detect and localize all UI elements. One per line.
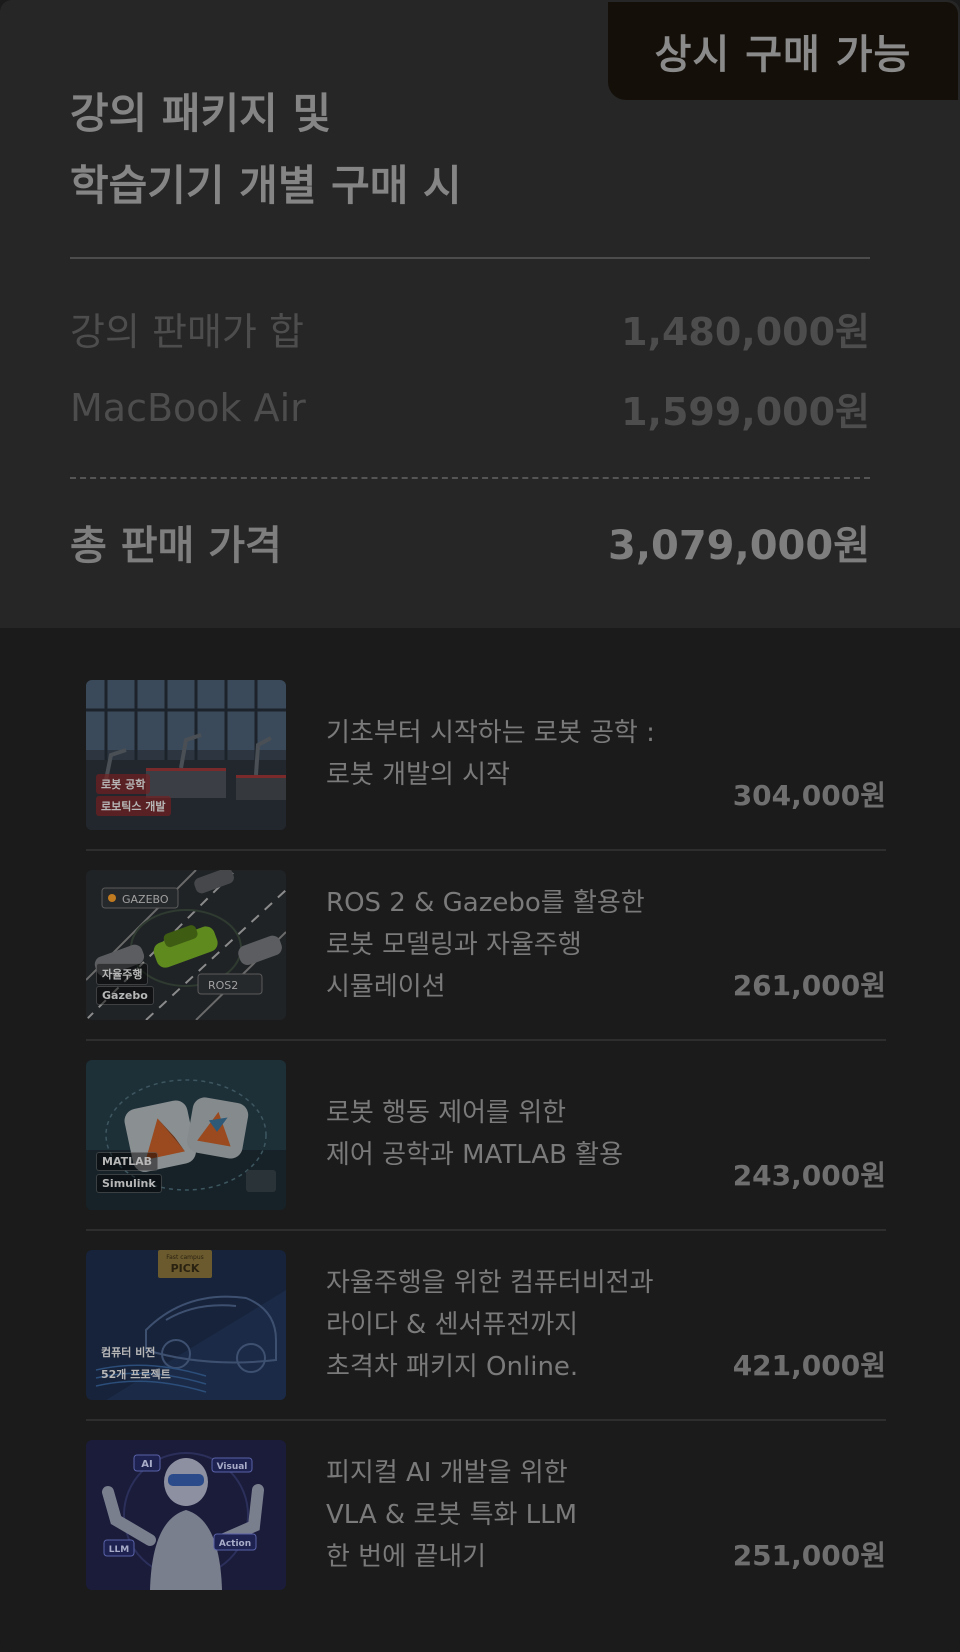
llm-label: LLM	[109, 1545, 129, 1555]
course-title: 자율주행을 위한 컴퓨터비전과 라이다 & 센서퓨전까지 초격차 패키지 Onl…	[326, 1262, 746, 1388]
course-item[interactable]: 로봇 공학 로보틱스 개발 기초부터 시작하는 로봇 공학 : 로봇 개발의 시…	[86, 680, 886, 870]
title-line: 로봇 모델링과 자율주행	[326, 930, 582, 960]
ai-robot-image: AI Visual LLM Action	[86, 1440, 286, 1590]
course-thumbnail: MATLAB Simulink	[86, 1060, 286, 1210]
thumb-tag: Simulink	[96, 1174, 162, 1193]
course-price: 261,000원	[732, 969, 886, 1002]
thumb-tag: 로보틱스 개발	[96, 796, 171, 816]
title-line: 기초부터 시작하는 로봇 공학 :	[326, 718, 655, 748]
title-line: 라이다 & 센서퓨전까지	[326, 1310, 579, 1340]
row-value: 1,480,000원	[621, 309, 870, 354]
course-price: 243,000원	[732, 1159, 886, 1192]
summary-heading: 강의 패키지 및 학습기기 개별 구매 시	[70, 78, 530, 222]
course-price: 251,000원	[732, 1539, 886, 1572]
row-value: 1,599,000원	[621, 389, 870, 434]
total-value: 3,079,000원	[607, 523, 870, 569]
course-item[interactable]: Fast campus PICK 컴퓨터 비전 52개 프로젝트 자율주행을 위…	[86, 1250, 886, 1440]
item-divider	[86, 1229, 886, 1231]
thumb-tag: 52개 프로젝트	[101, 1368, 171, 1381]
course-title: 피지컬 AI 개발을 위한 VLA & 로봇 특화 LLM 한 번에 끝내기	[326, 1452, 746, 1578]
thumb-tag: MATLAB	[96, 1152, 159, 1171]
item-divider	[86, 1419, 886, 1421]
course-thumbnail: Fast campus PICK 컴퓨터 비전 52개 프로젝트	[86, 1250, 286, 1400]
title-line: 시뮬레이션	[326, 972, 446, 1002]
thumb-tag: 로봇 공학	[96, 774, 151, 794]
thumb-tag: 자율주행	[96, 963, 149, 985]
macbook-row: MacBook Air 1,599,000원	[70, 378, 870, 438]
total-price-row: 총 판매 가격 3,079,000원	[70, 512, 870, 572]
divider	[70, 257, 870, 259]
price-summary: 상시 구매 가능 강의 패키지 및 학습기기 개별 구매 시 강의 판매가 합 …	[0, 0, 960, 628]
course-item[interactable]: MATLAB Simulink 로봇 행동 제어를 위한 제어 공학과 MATL…	[86, 1060, 886, 1250]
course-title: ROS 2 & Gazebo를 활용한 로봇 모델링과 자율주행 시뮬레이션	[326, 882, 746, 1008]
title-line: 제어 공학과 MATLAB 활용	[326, 1140, 624, 1170]
heading-line-1: 강의 패키지 및	[70, 89, 332, 138]
course-thumbnail: AI Visual LLM Action	[86, 1440, 286, 1590]
item-divider	[86, 849, 886, 851]
visual-label: Visual	[217, 1462, 248, 1472]
gazebo-logo-text: GAZEBO	[122, 893, 169, 906]
title-line: 피지컬 AI 개발을 위한	[326, 1458, 568, 1488]
pick-label-text: PICK	[171, 1262, 200, 1275]
course-price: 421,000원	[732, 1349, 886, 1382]
course-item[interactable]: AI Visual LLM Action 피지컬 AI 개발을 위한 VLA &…	[86, 1440, 886, 1630]
ros2-logo-text: ROS2	[208, 979, 238, 992]
pick-top-text: Fast campus	[166, 1254, 204, 1261]
course-title: 로봇 행동 제어를 위한 제어 공학과 MATLAB 활용	[326, 1092, 746, 1176]
item-divider	[86, 1039, 886, 1041]
dashed-divider	[70, 477, 870, 479]
course-thumbnail: GAZEBO ROS2 자율주행 Gazebo	[86, 870, 286, 1020]
heading-line-2: 학습기기 개별 구매 시	[70, 161, 462, 210]
title-line: 로봇 행동 제어를 위한	[326, 1098, 567, 1128]
course-price: 304,000원	[732, 779, 886, 812]
action-label: Action	[219, 1539, 251, 1549]
lecture-total-row: 강의 판매가 합 1,480,000원	[70, 298, 870, 358]
course-item[interactable]: GAZEBO ROS2 자율주행 Gazebo ROS 2 & Gazebo를 …	[86, 870, 886, 1060]
total-label: 총 판매 가격	[70, 523, 282, 569]
package-price-card: 상시 구매 가능 강의 패키지 및 학습기기 개별 구매 시 강의 판매가 합 …	[0, 0, 960, 1652]
title-line: VLA & 로봇 특화 LLM	[326, 1500, 578, 1530]
thumb-tag: 컴퓨터 비전	[101, 1346, 156, 1359]
row-label: 강의 판매가 합	[70, 309, 304, 354]
title-line: 한 번에 끝내기	[326, 1542, 487, 1572]
thumb-tag: Gazebo	[96, 986, 154, 1005]
ai-label: AI	[141, 1459, 152, 1470]
row-label: MacBook Air	[70, 386, 306, 430]
title-line: 자율주행을 위한 컴퓨터비전과	[326, 1268, 654, 1298]
always-available-badge: 상시 구매 가능	[608, 2, 958, 100]
course-title: 기초부터 시작하는 로봇 공학 : 로봇 개발의 시작	[326, 712, 746, 796]
title-line: 초격차 패키지 Online.	[326, 1352, 579, 1382]
course-thumbnail: 로봇 공학 로보틱스 개발	[86, 680, 286, 830]
title-line: ROS 2 & Gazebo를 활용한	[326, 888, 645, 918]
title-line: 로봇 개발의 시작	[326, 760, 510, 790]
